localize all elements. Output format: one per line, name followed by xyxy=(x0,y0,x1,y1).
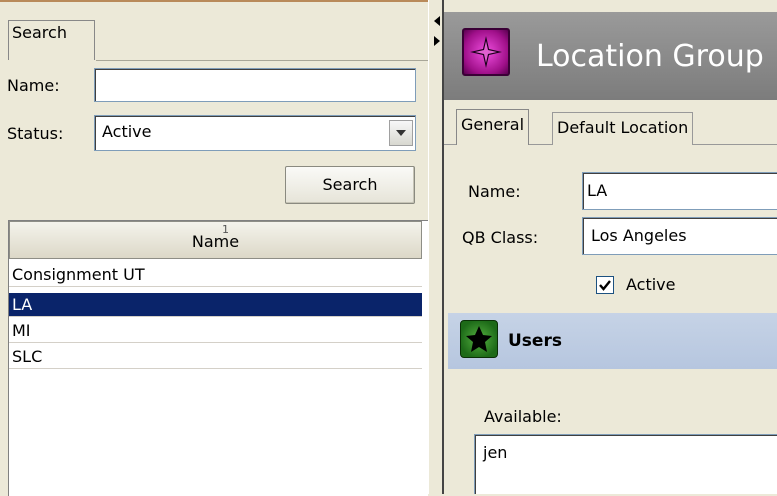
collapse-left-arrow-icon[interactable] xyxy=(434,16,440,26)
sort-indicator: 1 xyxy=(222,223,229,236)
panel-splitter[interactable] xyxy=(431,0,442,494)
users-section-header: Users xyxy=(448,313,777,369)
checkmark-icon xyxy=(599,280,611,291)
name-label: Name: xyxy=(468,182,521,201)
tab-general[interactable]: General xyxy=(456,109,530,145)
module-header: Location Group xyxy=(444,12,777,100)
qb-class-input[interactable]: Los Angeles xyxy=(582,217,777,255)
tab-default-location[interactable]: Default Location xyxy=(552,112,694,145)
table-row[interactable]: MI xyxy=(9,319,422,343)
location-name-input[interactable]: LA xyxy=(582,172,777,210)
active-checkbox[interactable] xyxy=(596,276,614,294)
search-tab-strip: Search xyxy=(0,14,428,60)
row-name: Consignment UT xyxy=(12,265,145,284)
status-select[interactable]: Active xyxy=(94,115,416,151)
table-row-selected[interactable]: LA xyxy=(9,293,422,317)
users-icon xyxy=(460,320,498,358)
tab-strip-divider xyxy=(96,60,428,61)
table-row[interactable]: Consignment UT xyxy=(9,263,422,287)
search-button-label: Search xyxy=(322,175,378,194)
available-label: Available: xyxy=(484,407,562,426)
table-row[interactable]: SLC xyxy=(9,345,422,369)
search-panel: Search Name: Status: Active Search Name … xyxy=(0,0,428,496)
compass-star-icon xyxy=(470,36,502,68)
status-select-value: Active xyxy=(102,122,152,141)
name-column-header-label: Name xyxy=(191,232,240,251)
tab-default-location-label: Default Location xyxy=(557,118,689,137)
chevron-down-icon xyxy=(396,130,406,136)
status-label: Status: xyxy=(7,124,64,143)
name-search-input[interactable] xyxy=(94,68,416,102)
row-name: MI xyxy=(12,321,31,340)
row-name: LA xyxy=(12,295,33,314)
location-group-panel: Location Group General Default Location … xyxy=(442,0,777,494)
tab-general-label: General xyxy=(461,115,525,134)
page-title: Location Group xyxy=(536,39,764,74)
name-column-header[interactable]: Name 1 xyxy=(9,221,422,259)
row-name: SLC xyxy=(12,347,43,366)
results-grid: Name 1 Consignment UT LA MI SLC xyxy=(8,220,428,496)
name-label: Name: xyxy=(7,76,60,95)
tab-search[interactable]: Search xyxy=(8,20,95,60)
collapse-left-arrow-icon[interactable] xyxy=(434,36,440,46)
star-icon xyxy=(466,326,492,352)
users-section-title: Users xyxy=(508,331,562,351)
search-button[interactable]: Search xyxy=(285,166,415,204)
active-label: Active xyxy=(626,275,676,294)
list-item[interactable]: jen xyxy=(483,443,507,463)
tab-search-label: Search xyxy=(12,23,67,42)
status-dropdown-button[interactable] xyxy=(389,120,413,146)
qb-class-label: QB Class: xyxy=(462,228,539,247)
location-group-icon xyxy=(462,28,510,76)
available-users-list[interactable]: jen xyxy=(474,434,777,494)
